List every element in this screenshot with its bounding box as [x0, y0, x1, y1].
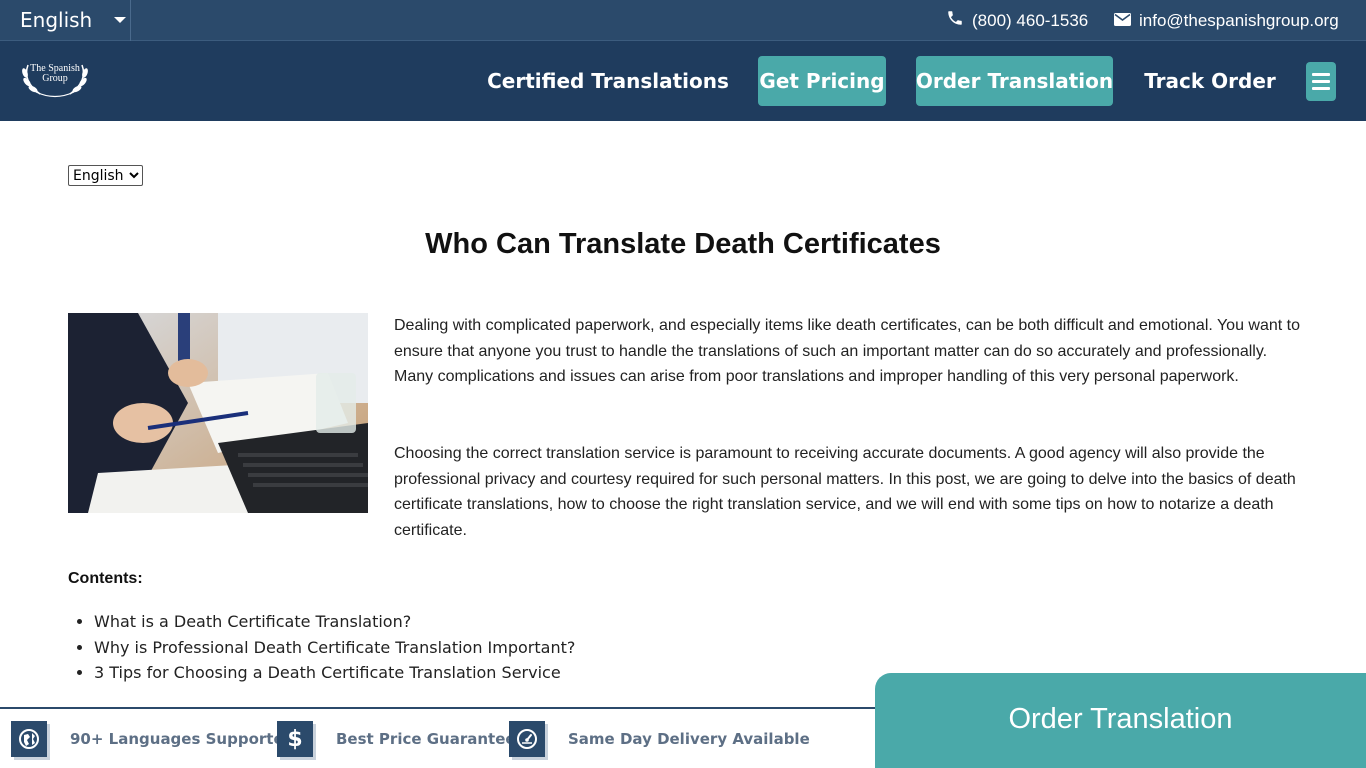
top-bar: English (800) 460-1536 info@thespanishgr… — [0, 0, 1366, 41]
nav-track-order[interactable]: Track Order — [1144, 56, 1276, 106]
hero-image — [68, 313, 368, 513]
intro-paragraph: Choosing the correct translation service… — [394, 445, 1296, 539]
nav-certified-translations[interactable]: Certified Translations — [487, 56, 729, 106]
intro-paragraph: Dealing with complicated paperwork, and … — [394, 317, 1300, 385]
order-translation-cta[interactable]: Order Translation — [875, 673, 1366, 768]
hamburger-icon — [1312, 73, 1330, 76]
toc-link[interactable]: What is a Death Certificate Translation? — [94, 612, 411, 631]
phone-number: (800) 460-1536 — [972, 10, 1089, 30]
speedometer-icon — [509, 721, 545, 757]
order-translation-button[interactable]: Order Translation — [916, 56, 1113, 106]
list-item: 3 Tips for Choosing a Death Certificate … — [94, 660, 575, 686]
list-item: Why is Professional Death Certificate Tr… — [94, 635, 575, 661]
hamburger-icon — [1312, 80, 1330, 83]
dollar-icon: $ — [277, 721, 313, 757]
feature-label: Same Day Delivery Available — [568, 730, 810, 748]
language-select[interactable]: English — [68, 165, 143, 186]
email-address: info@thespanishgroup.org — [1139, 10, 1339, 30]
language-dropdown[interactable]: English — [0, 0, 131, 41]
page-title: Who Can Translate Death Certificates — [425, 228, 941, 260]
get-pricing-button[interactable]: Get Pricing — [758, 56, 886, 106]
cta-label: Order Translation — [1008, 703, 1233, 735]
feature-delivery: Same Day Delivery Available — [509, 721, 810, 757]
list-item: What is a Death Certificate Translation? — [94, 609, 575, 635]
phone-icon — [946, 9, 964, 32]
logo-text: Group — [42, 73, 68, 84]
envelope-icon — [1114, 11, 1131, 31]
main-navigation: The Spanish Group Certified Translations… — [0, 41, 1366, 121]
globe-icon — [11, 721, 47, 757]
feature-languages: 90+ Languages Supported — [11, 721, 294, 757]
table-of-contents: What is a Death Certificate Translation?… — [94, 609, 575, 686]
language-label: English — [20, 8, 93, 32]
caret-down-icon — [114, 17, 126, 23]
toc-link[interactable]: Why is Professional Death Certificate Tr… — [94, 638, 575, 657]
site-logo[interactable]: The Spanish Group — [20, 59, 90, 99]
feature-label: 90+ Languages Supported — [70, 730, 295, 748]
contents-heading: Contents: — [68, 570, 143, 587]
hamburger-icon — [1312, 87, 1330, 90]
menu-button[interactable] — [1306, 62, 1336, 101]
toc-link[interactable]: 3 Tips for Choosing a Death Certificate … — [94, 663, 561, 682]
feature-label: Best Price Guarantee — [336, 730, 516, 748]
feature-price: $ Best Price Guarantee — [277, 721, 516, 757]
phone-link[interactable]: (800) 460-1536 — [946, 0, 1088, 41]
email-link[interactable]: info@thespanishgroup.org — [1114, 0, 1339, 41]
